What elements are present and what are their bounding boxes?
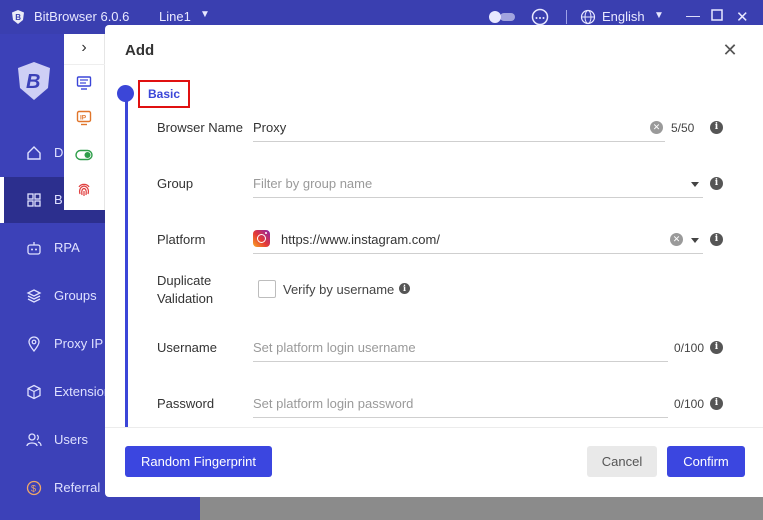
info-icon[interactable]: i [710,341,723,354]
grid-icon [27,193,41,207]
chevron-down-icon[interactable]: ▼ [200,9,210,20]
close-icon[interactable]: ✕ [721,41,739,59]
info-icon[interactable]: i [710,121,723,134]
clear-icon[interactable]: ✕ [670,233,683,246]
sidebar-item-label: B [54,192,63,207]
expand-chevron-icon[interactable]: › [74,38,94,58]
duplicate-validation-label: Duplicate Validation [157,272,213,308]
fingerprint-icon[interactable] [74,180,94,200]
sidebar-item-label: RPA [54,240,80,255]
info-icon[interactable]: i [710,397,723,410]
info-icon[interactable]: i [710,233,723,246]
platform-underline [253,253,703,254]
username-input[interactable]: Set platform login username [253,340,416,355]
clear-icon[interactable]: ✕ [650,121,663,134]
duplicate-validation-label-line2: Validation [157,291,214,306]
browser-name-input[interactable]: Proxy [253,120,286,135]
duplicate-validation-label-line1: Duplicate [157,273,212,288]
group-label: Group [157,176,194,191]
sidebar-item-label: Proxy IP [54,336,104,351]
username-counter: 0/100 [674,341,705,355]
dialog-title: Add [125,42,155,59]
sidebar-item-label: Extension [54,384,112,399]
instagram-icon [253,230,270,247]
toggle-icon[interactable] [74,145,94,165]
password-input[interactable]: Set platform login password [253,396,413,411]
info-icon[interactable]: i [710,177,723,190]
minimize-icon[interactable]: — [686,7,700,25]
info-icon[interactable]: i [399,283,410,294]
sidebar-item-label: Referral [54,480,101,495]
username-underline [253,361,668,362]
headset-icon[interactable] [530,8,550,26]
section-basic[interactable]: Basic [138,80,190,108]
users-icon [26,433,42,447]
verify-by-username-checkbox[interactable] [258,280,276,298]
add-browser-dialog: Add ✕ Basic Browser Name Proxy ✕ 5/50 i … [105,25,763,497]
bitbrowser-brand-icon: B [18,62,50,100]
coin-icon: $ [26,480,42,496]
platform-select[interactable]: https://www.instagram.com/ [281,232,440,247]
section-timeline [125,97,128,427]
browser-name-label: Browser Name [157,120,243,135]
bitbrowser-logo-icon: B [12,10,24,24]
location-pin-icon [28,336,40,352]
robot-icon [27,242,41,255]
title-divider [566,10,567,24]
cube-icon [27,384,41,400]
sidebar-item-label: D [54,145,64,160]
platform-label: Platform [157,232,206,247]
monitor-icon[interactable] [74,73,94,93]
password-label: Password [157,396,215,411]
dialog-footer-divider [105,427,763,428]
cancel-button[interactable]: Cancel [587,446,657,477]
app-title: BitBrowser 6.0.6 [34,9,130,24]
section-timeline-dot [117,85,134,102]
chevron-down-icon[interactable] [691,238,699,243]
toolbar-divider [64,64,105,65]
password-counter: 0/100 [674,397,705,411]
random-fingerprint-button[interactable]: Random Fingerprint [125,446,272,477]
group-underline [253,197,703,198]
sidebar-item-label: Groups [54,288,97,303]
close-icon[interactable]: ✕ [736,8,749,26]
verify-by-username-label: Verify by username [283,282,395,297]
svg-text:IP: IP [80,115,87,122]
layers-icon [26,289,42,303]
svg-text:$: $ [31,484,36,494]
password-underline [253,417,668,418]
quick-toolbar: › IP [64,34,105,210]
confirm-button[interactable]: Confirm [667,446,745,477]
svg-text:B: B [15,13,21,22]
ip-icon[interactable]: IP [74,108,94,128]
browser-name-counter: 5/50 [671,121,695,135]
sidebar-item-label: Users [54,432,88,447]
chevron-down-icon[interactable] [691,182,699,187]
line-selector[interactable]: Line1 [159,9,191,24]
home-icon [27,146,41,160]
svg-text:B: B [26,71,40,93]
group-select[interactable]: Filter by group name [253,176,372,191]
browser-name-underline [253,141,665,142]
username-label: Username [157,340,217,355]
